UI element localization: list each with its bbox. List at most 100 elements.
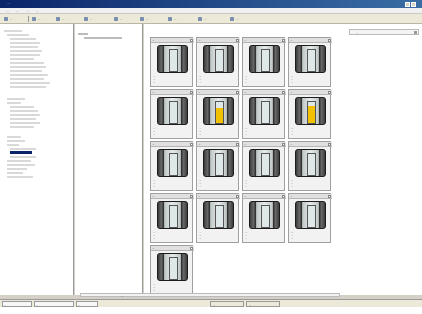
library-card-checkbox[interactable]: [236, 195, 239, 198]
toolbar-button-8[interactable]: …: [236, 18, 238, 21]
tree-node[interactable]: [10, 114, 40, 116]
tree-node[interactable]: [10, 78, 44, 80]
library-card-checkbox[interactable]: [328, 143, 331, 146]
toolbar-button-1[interactable]: …: [38, 18, 40, 21]
tree-node[interactable]: [10, 66, 46, 68]
tree-node[interactable]: [10, 118, 36, 120]
library-card[interactable]: …………: [288, 89, 332, 139]
library-card-checkbox[interactable]: [328, 39, 331, 42]
toolbar-icon-6[interactable]: [168, 17, 172, 21]
library-card[interactable]: …………: [242, 193, 286, 243]
library-card[interactable]: …………: [150, 245, 194, 295]
tree-node[interactable]: [4, 30, 22, 32]
tree-node[interactable]: [7, 176, 33, 178]
library-card[interactable]: …………: [150, 193, 194, 243]
toolbar-icon-7[interactable]: [198, 17, 202, 21]
menu-edit[interactable]: …: [16, 10, 19, 13]
toolbar-icon-3[interactable]: [84, 17, 88, 21]
toolbar-icon-2[interactable]: [56, 17, 60, 21]
library-card-checkbox[interactable]: [328, 91, 331, 94]
tree-node-selected[interactable]: [10, 151, 32, 154]
toolbar-button-4[interactable]: …: [120, 18, 122, 21]
library-card-checkbox[interactable]: [282, 143, 285, 146]
library-card[interactable]: …………: [196, 89, 240, 139]
tree-node[interactable]: [10, 156, 36, 158]
tree-node[interactable]: [10, 82, 50, 84]
library-card-checkbox[interactable]: [190, 195, 193, 198]
toolbar-button-6[interactable]: …: [174, 18, 176, 21]
toolbar-icon-1[interactable]: [32, 17, 36, 21]
tree-node[interactable]: [10, 38, 36, 40]
close-icon[interactable]: [411, 1, 416, 7]
library-card[interactable]: …………: [242, 89, 286, 139]
library-card[interactable]: …………: [288, 193, 332, 243]
mid-tree-node[interactable]: [84, 37, 122, 39]
tree-node[interactable]: [10, 110, 38, 112]
tree-node[interactable]: [10, 106, 34, 108]
menu-file[interactable]: …: [6, 10, 9, 13]
library-card[interactable]: …………: [288, 141, 332, 191]
tree-node[interactable]: [10, 58, 34, 60]
menu-view[interactable]: …: [26, 10, 29, 13]
library-card-info: ………: [245, 231, 284, 242]
library-panel: … ………………………………………………………………………………………………………: [144, 24, 422, 295]
tree-node[interactable]: [10, 46, 38, 48]
tree-node[interactable]: [10, 148, 36, 150]
status-bar: … … … … …: [0, 299, 422, 307]
library-card-checkbox[interactable]: [282, 195, 285, 198]
toolbar-button-0[interactable]: …: [10, 18, 12, 21]
tree-node[interactable]: [7, 164, 35, 166]
toolbar-button-3[interactable]: …: [90, 18, 92, 21]
tree-node[interactable]: [7, 172, 23, 174]
library-card-checkbox[interactable]: [190, 247, 193, 250]
tree-node[interactable]: [7, 168, 27, 170]
tree-node[interactable]: [7, 140, 25, 142]
library-card[interactable]: …………: [242, 141, 286, 191]
library-card-checkbox[interactable]: [190, 143, 193, 146]
library-card[interactable]: …………: [150, 37, 194, 87]
tree-node[interactable]: [10, 42, 40, 44]
library-card[interactable]: …………: [150, 141, 194, 191]
toolbar-icon-8[interactable]: [230, 17, 234, 21]
library-card[interactable]: …………: [242, 37, 286, 87]
mid-tree-node[interactable]: [78, 33, 88, 35]
tree-node[interactable]: [10, 122, 40, 124]
tree-node[interactable]: [7, 102, 21, 104]
navigation-tree[interactable]: [0, 24, 74, 295]
device-tree-pane[interactable]: [75, 24, 143, 295]
library-card[interactable]: …………: [196, 37, 240, 87]
library-card-checkbox[interactable]: [236, 39, 239, 42]
tree-node[interactable]: [10, 50, 42, 52]
toolbar-icon-0[interactable]: [4, 17, 8, 21]
tree-node[interactable]: [10, 70, 42, 72]
tree-node[interactable]: [7, 136, 21, 138]
library-card-checkbox[interactable]: [328, 195, 331, 198]
library-card-checkbox[interactable]: [282, 91, 285, 94]
toolbar-icon-4[interactable]: [114, 17, 118, 21]
library-card[interactable]: …………: [150, 89, 194, 139]
minimize-icon[interactable]: [405, 1, 410, 7]
tree-node[interactable]: [7, 34, 29, 36]
tree-node[interactable]: [10, 62, 44, 64]
toolbar-button-7[interactable]: …: [204, 18, 206, 21]
toolbar-button-2[interactable]: …: [62, 18, 64, 21]
library-card[interactable]: …………: [196, 141, 240, 191]
library-card-checkbox[interactable]: [190, 39, 193, 42]
library-card-checkbox[interactable]: [282, 39, 285, 42]
tree-node[interactable]: [7, 98, 25, 100]
library-card[interactable]: …………: [288, 37, 332, 87]
library-card-checkbox[interactable]: [236, 143, 239, 146]
panel-close-icon[interactable]: [414, 31, 417, 34]
tree-node[interactable]: [10, 126, 34, 128]
toolbar-icon-5[interactable]: [140, 17, 144, 21]
library-card-checkbox[interactable]: [190, 91, 193, 94]
menu-help[interactable]: …: [36, 10, 39, 13]
tree-node[interactable]: [10, 74, 48, 76]
toolbar-button-5[interactable]: …: [146, 18, 148, 21]
library-card[interactable]: …………: [196, 193, 240, 243]
tree-node[interactable]: [7, 160, 31, 162]
tree-node[interactable]: [7, 144, 19, 146]
tree-node[interactable]: [10, 54, 40, 56]
tree-node[interactable]: [10, 86, 46, 88]
library-card-checkbox[interactable]: [236, 91, 239, 94]
